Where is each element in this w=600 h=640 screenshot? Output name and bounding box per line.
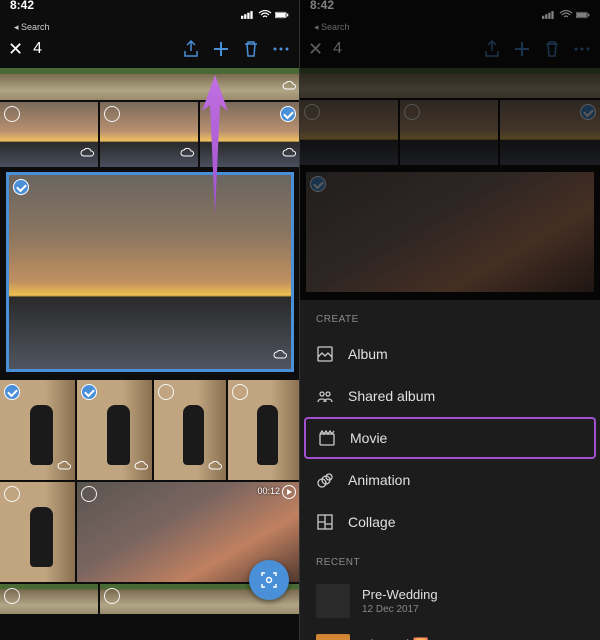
cloud-icon <box>134 458 148 476</box>
select-ring[interactable] <box>232 384 248 400</box>
select-ring[interactable] <box>104 588 120 604</box>
recent-thumb <box>316 584 350 618</box>
photo-thumb[interactable] <box>0 584 98 614</box>
select-ring-checked[interactable] <box>280 106 296 122</box>
section-recent-header: RECENT <box>300 543 600 576</box>
recent-subtitle: 12 Dec 2017 <box>362 604 438 615</box>
select-ring[interactable] <box>4 486 20 502</box>
status-bar: 8:42 ◂ Search <box>0 0 299 30</box>
menu-label: Collage <box>348 514 395 530</box>
menu-shared-album[interactable]: Shared album <box>300 375 600 417</box>
lens-fab[interactable] <box>249 560 289 600</box>
close-selection-button[interactable]: ✕ <box>8 39 23 60</box>
photo-thumb[interactable] <box>154 380 226 480</box>
photo-thumb[interactable] <box>200 102 300 167</box>
status-indicators <box>241 10 289 20</box>
trash-icon[interactable] <box>241 39 261 59</box>
select-ring[interactable] <box>4 588 20 604</box>
select-ring-checked[interactable] <box>13 179 29 195</box>
movie-icon <box>318 429 336 447</box>
panel-left: 8:42 ◂ Search ✕ 4 <box>0 0 300 640</box>
animation-icon <box>316 471 334 489</box>
menu-collage[interactable]: Collage <box>300 501 600 543</box>
select-ring-checked[interactable] <box>4 384 20 400</box>
select-ring[interactable] <box>81 486 97 502</box>
select-ring[interactable] <box>4 106 20 122</box>
photo-thumb[interactable] <box>77 380 152 480</box>
selection-count: 4 <box>33 40 42 58</box>
back-to-search[interactable]: ◂ Search <box>14 22 50 33</box>
select-ring-checked[interactable] <box>81 384 97 400</box>
cloud-icon <box>208 458 222 476</box>
cloud-icon <box>282 145 296 163</box>
share-icon[interactable] <box>181 39 201 59</box>
photo-thumb[interactable] <box>0 380 75 480</box>
status-time: 8:42 <box>10 0 50 12</box>
menu-album[interactable]: Album <box>300 333 600 375</box>
select-ring[interactable] <box>104 106 120 122</box>
photo-thumb[interactable] <box>0 68 300 100</box>
selection-toolbar: ✕ 4 <box>0 30 299 68</box>
photo-thumb[interactable] <box>0 102 98 167</box>
album-icon <box>316 345 334 363</box>
shared-album-icon <box>316 387 334 405</box>
recent-title: Khanvel 🌅 <box>362 637 447 640</box>
recent-item[interactable]: Khanvel 🌅14–16 Jul · Shared <box>300 626 600 640</box>
recent-thumb <box>316 634 350 640</box>
cloud-icon <box>282 78 296 96</box>
cloud-icon <box>80 145 94 163</box>
cloud-icon <box>57 458 71 476</box>
panel-right: 8:42 ◂ Search ✕ 4 CREATE Album <box>300 0 600 640</box>
photo-thumb-selected[interactable] <box>6 172 294 372</box>
video-duration: 00:12 <box>257 486 280 496</box>
recent-title: Pre-Wedding <box>362 587 438 602</box>
more-icon[interactable] <box>271 39 291 59</box>
recent-item[interactable]: Pre-Wedding 12 Dec 2017 <box>300 576 600 626</box>
add-icon[interactable] <box>211 39 231 59</box>
photo-thumb[interactable] <box>100 102 198 167</box>
collage-icon <box>316 513 334 531</box>
menu-label: Album <box>348 346 388 362</box>
menu-movie[interactable]: Movie <box>304 417 596 459</box>
menu-label: Animation <box>348 472 410 488</box>
cloud-icon <box>273 347 287 365</box>
create-sheet: CREATE Album Shared album Movie Animatio… <box>300 300 600 640</box>
photo-thumb[interactable] <box>0 482 75 582</box>
menu-label: Movie <box>350 430 387 446</box>
play-icon <box>282 485 296 499</box>
menu-animation[interactable]: Animation <box>300 459 600 501</box>
photo-thumb[interactable] <box>228 380 300 480</box>
section-create-header: CREATE <box>300 300 600 333</box>
select-ring[interactable] <box>158 384 174 400</box>
cloud-icon <box>180 145 194 163</box>
menu-label: Shared album <box>348 388 435 404</box>
